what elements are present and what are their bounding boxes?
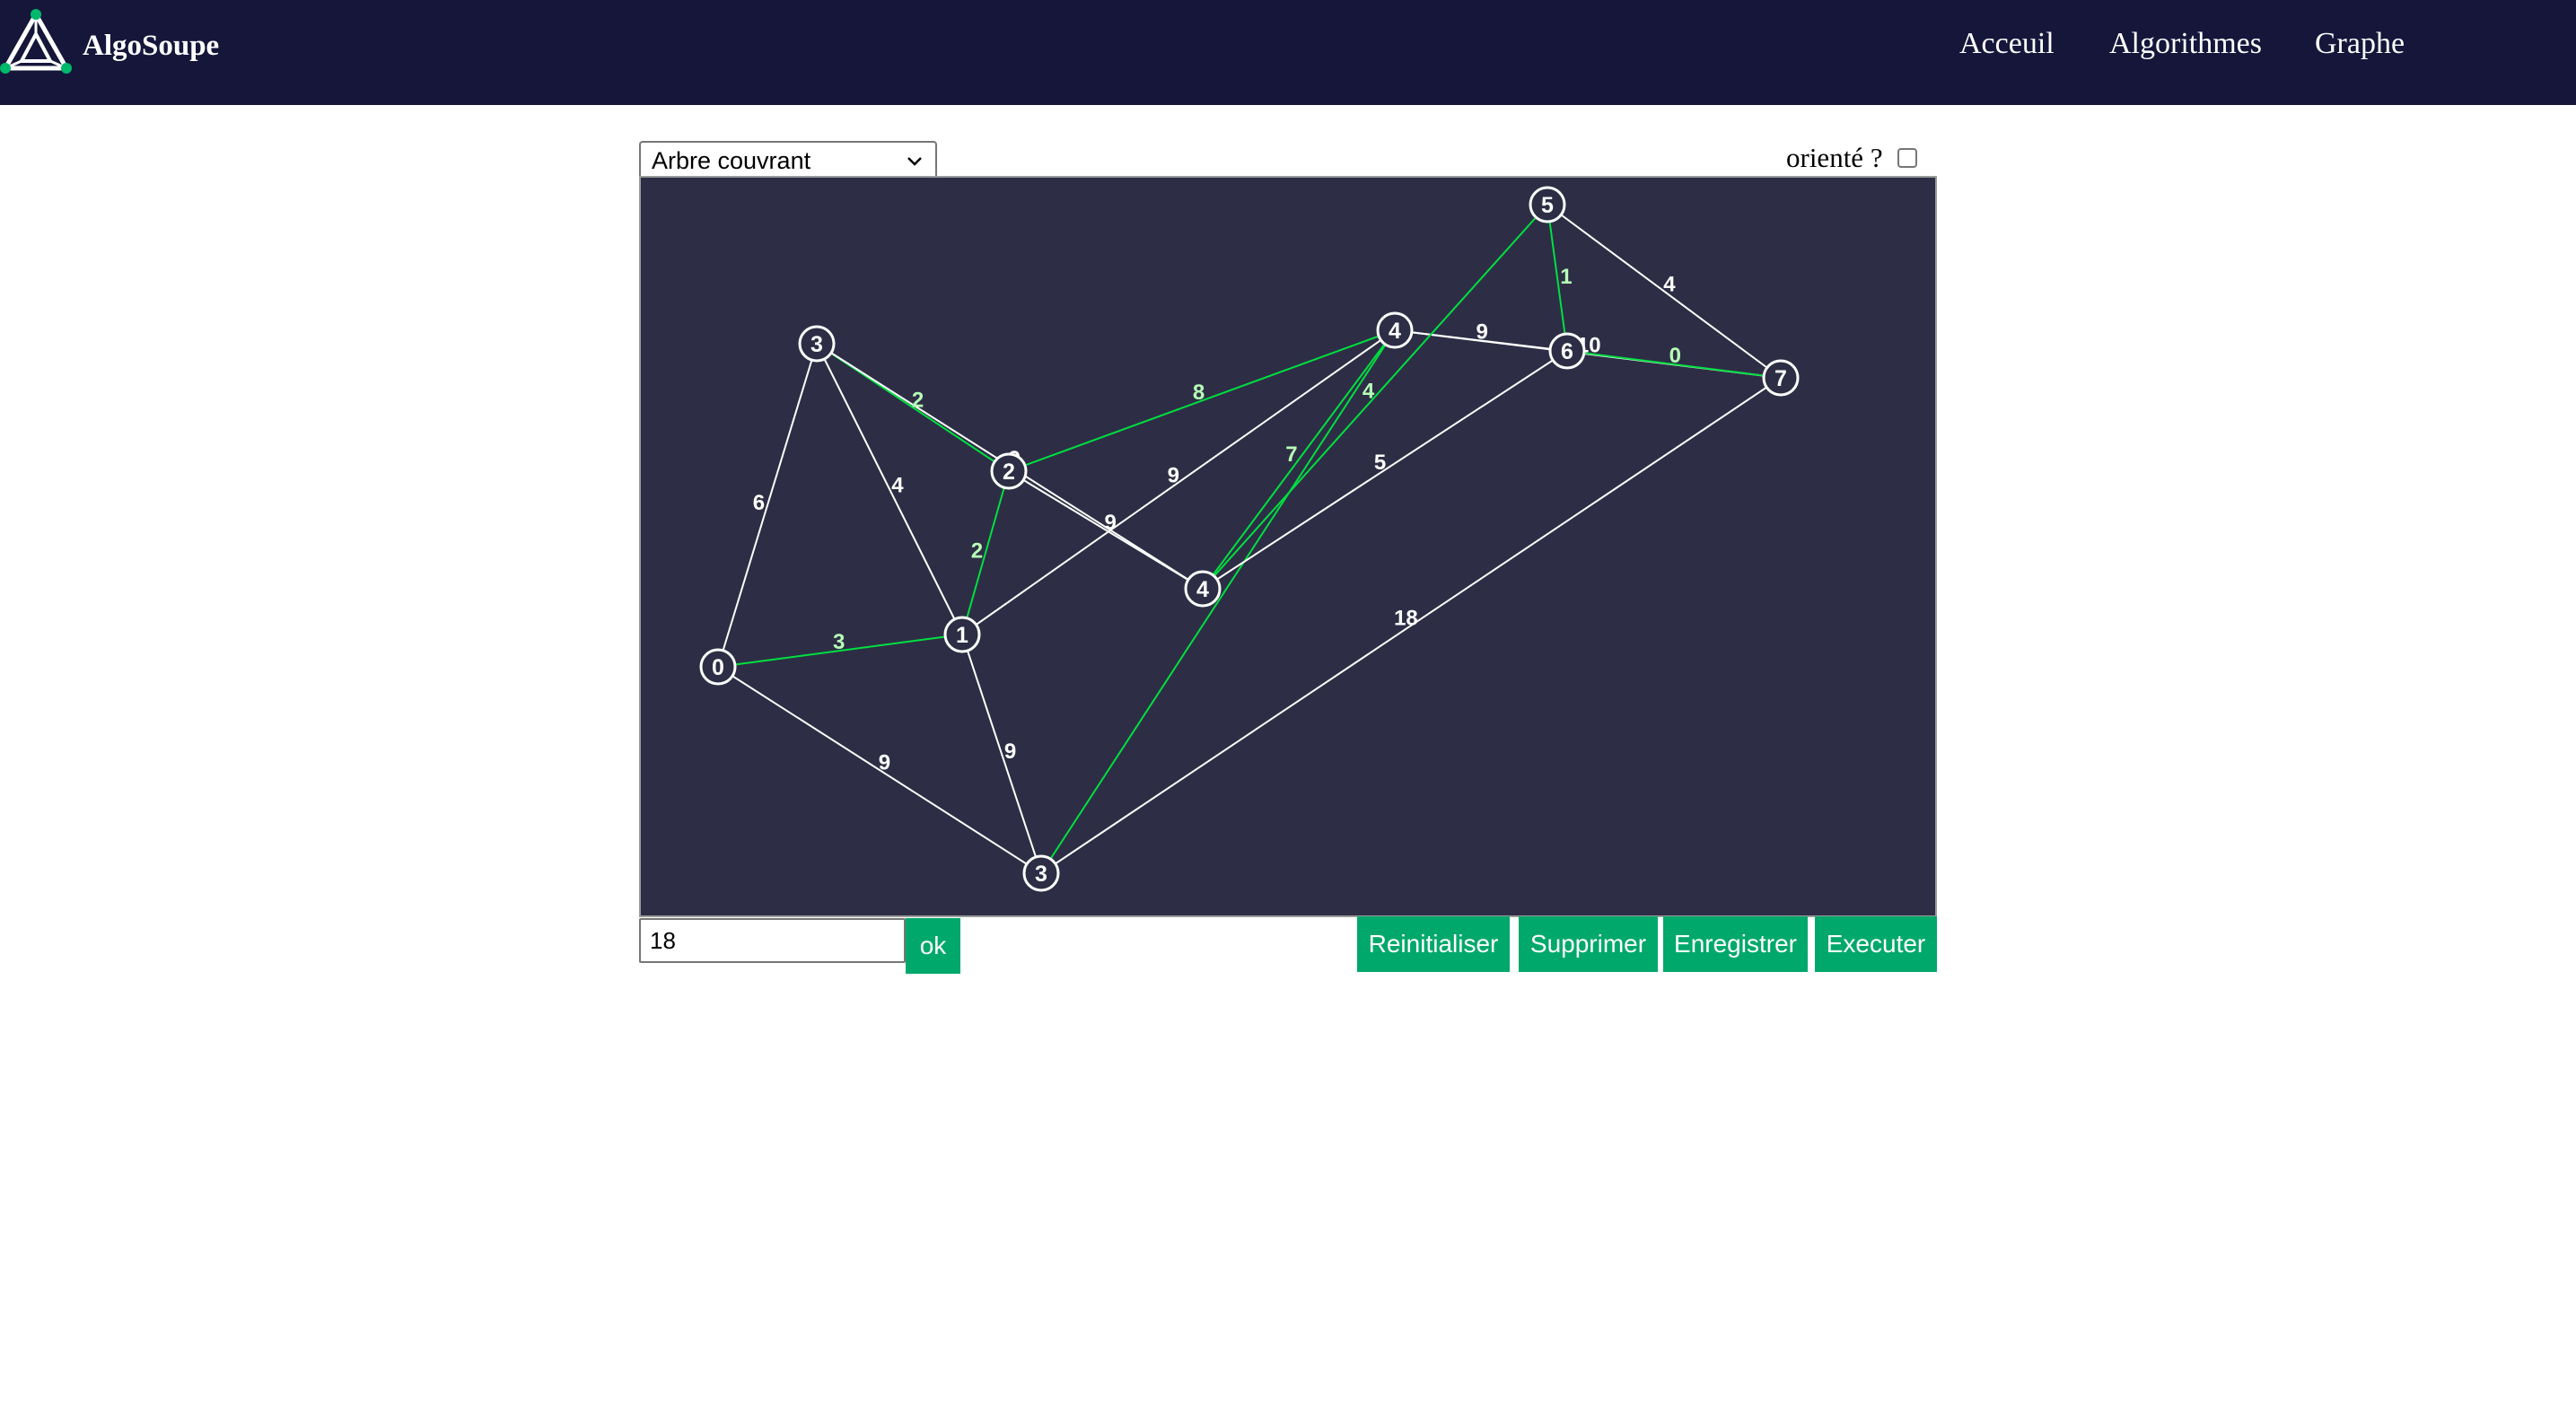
edge-weight-label: 7 <box>1285 442 1297 467</box>
edge-weight-label: 4 <box>1663 272 1676 296</box>
node-label: 7 <box>1774 366 1787 391</box>
edge-weight-label: 8 <box>1193 381 1205 405</box>
graph-node[interactable]: 7 <box>1762 359 1800 397</box>
node-label: 4 <box>1196 577 1209 602</box>
graph-edge[interactable] <box>816 343 963 635</box>
graph-canvas[interactable]: 639429298998187910451400123344567 <box>639 176 1937 917</box>
enregistrer-button[interactable]: Enregistrer <box>1663 916 1808 972</box>
graph-node[interactable]: 3 <box>798 325 836 363</box>
graph-drawing[interactable]: 639429298998187910451400123344567 <box>641 178 1935 915</box>
graph-node[interactable]: 1 <box>943 616 981 653</box>
algorithm-select-value: Arbre couvrant <box>652 146 811 174</box>
graph-node[interactable]: 0 <box>699 648 737 686</box>
edge-weight-label: 18 <box>1394 607 1418 631</box>
edge-weight-label: 9 <box>1004 740 1016 764</box>
edge-weight-label: 9 <box>879 751 890 775</box>
graph-edge[interactable] <box>1040 329 1396 874</box>
nav-link-graphe[interactable]: Graphe <box>2315 27 2405 61</box>
brand-name[interactable]: AlgoSoupe <box>83 30 219 63</box>
weight-input[interactable] <box>639 918 906 963</box>
edge-weight-label: 2 <box>912 389 924 413</box>
edge-weight-label: 2 <box>971 538 983 563</box>
ok-button[interactable]: ok <box>906 918 960 974</box>
node-label: 2 <box>1003 460 1015 485</box>
node-label: 5 <box>1541 193 1554 218</box>
edge-weight-label: 9 <box>1476 320 1488 345</box>
node-label: 3 <box>810 332 823 357</box>
edge-weight-label: 3 <box>833 630 845 654</box>
graph-node[interactable]: 6 <box>1548 332 1586 370</box>
graph-edge[interactable] <box>961 470 1010 635</box>
chevron-down-icon <box>907 157 922 166</box>
edge-weight-label: 4 <box>891 474 904 498</box>
edge-weight-label: 1 <box>1560 265 1572 289</box>
node-label: 1 <box>956 623 968 648</box>
algorithm-select[interactable]: Arbre couvrant <box>639 141 937 180</box>
nav-link-algorithmes[interactable]: Algorithmes <box>2109 27 2262 61</box>
graph-edge[interactable] <box>717 343 818 668</box>
edge-weight-label: 9 <box>1168 463 1179 487</box>
graph-node[interactable]: 2 <box>990 452 1028 490</box>
edge-weight-label: 9 <box>1105 511 1117 535</box>
edge-weight-label: 0 <box>1669 344 1681 368</box>
nav-link-acceuil[interactable]: Acceuil <box>1959 27 2055 61</box>
node-label: 3 <box>1035 862 1047 887</box>
edge-weight-label: 4 <box>1362 379 1375 403</box>
algosoupe-logo-icon <box>0 9 72 74</box>
graph-node[interactable]: 4 <box>1376 311 1414 349</box>
node-label: 0 <box>712 655 724 680</box>
node-label: 6 <box>1561 339 1573 364</box>
node-label: 4 <box>1389 319 1401 344</box>
top-navbar: AlgoSoupe Acceuil Algorithmes Graphe <box>0 0 2576 105</box>
oriented-checkbox[interactable] <box>1897 148 1917 168</box>
oriented-label: orienté ? <box>1786 142 1883 173</box>
graph-edge[interactable] <box>961 634 1042 874</box>
edge-weight-label: 6 <box>753 491 765 515</box>
executer-button[interactable]: Executer <box>1815 916 1937 972</box>
edge-weight-label: 5 <box>1374 451 1386 475</box>
supprimer-button[interactable]: Supprimer <box>1519 916 1658 972</box>
reinitialiser-button[interactable]: Reinitialiser <box>1357 916 1510 972</box>
graph-edge[interactable] <box>1202 329 1396 590</box>
oriented-toggle: orienté ? <box>1786 142 1917 174</box>
graph-node[interactable]: 3 <box>1022 854 1060 892</box>
graph-node[interactable]: 4 <box>1184 570 1222 608</box>
brand[interactable]: AlgoSoupe <box>0 4 219 75</box>
graph-node[interactable]: 5 <box>1529 186 1566 223</box>
